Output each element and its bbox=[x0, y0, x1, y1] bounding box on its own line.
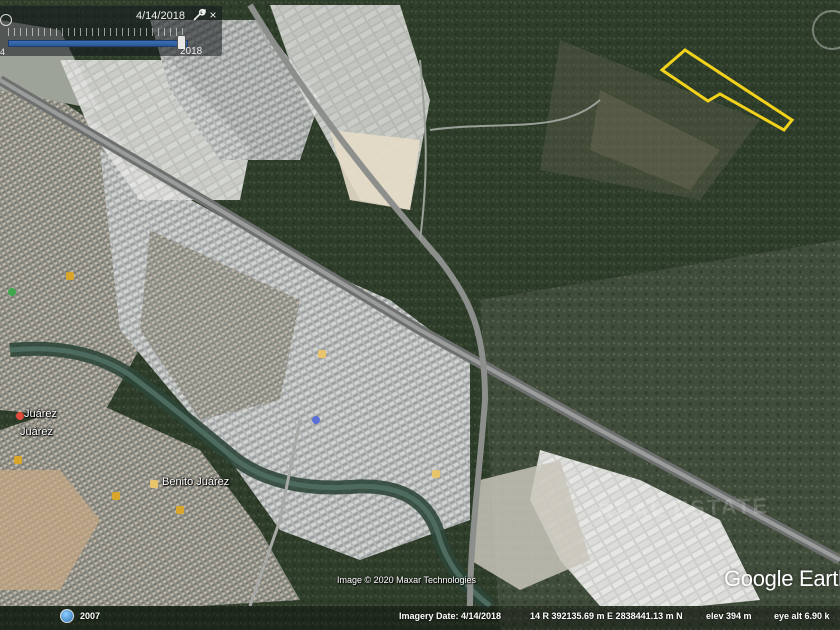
place-label-juarez-secondary[interactable]: Juárez bbox=[20, 426, 53, 438]
historical-imagery-slider[interactable]: 4/14/2018 × 4 2018 bbox=[0, 6, 222, 57]
poi-pin-icon[interactable] bbox=[176, 506, 184, 514]
wrench-icon[interactable] bbox=[192, 8, 206, 22]
slider-track[interactable] bbox=[8, 40, 188, 47]
parcel-outline[interactable] bbox=[0, 0, 840, 630]
slider-current-date: 4/14/2018 bbox=[136, 10, 185, 22]
poi-pin-icon[interactable] bbox=[112, 492, 120, 500]
globe-icon[interactable] bbox=[60, 609, 74, 623]
clock-icon[interactable] bbox=[0, 14, 12, 26]
eye-altitude-readout: eye alt 6.90 k bbox=[774, 611, 830, 621]
park-pin-icon[interactable] bbox=[8, 288, 16, 296]
slider-start-label: 4 bbox=[0, 47, 6, 57]
place-label-benito-juarez[interactable]: Benito Juárez bbox=[162, 476, 229, 488]
place-label-juarez[interactable]: Juárez bbox=[24, 408, 57, 420]
city-pin-icon[interactable] bbox=[16, 412, 24, 420]
imagery-date: Imagery Date: 4/14/2018 bbox=[399, 611, 502, 621]
info-pin-icon[interactable] bbox=[312, 416, 320, 424]
tour-year: 2007 bbox=[80, 611, 101, 621]
slider-end-year: 2018 bbox=[180, 46, 203, 57]
utm-coordinates: 14 R 392135.69 m E 2838441.13 m N bbox=[530, 611, 683, 621]
brand-logo: Google Earth bbox=[724, 566, 840, 591]
close-icon[interactable]: × bbox=[207, 8, 219, 22]
poi-pin-icon[interactable] bbox=[66, 272, 74, 280]
poi-pin-icon[interactable] bbox=[14, 456, 22, 464]
poi-pin-icon[interactable] bbox=[432, 470, 440, 478]
status-bar: 2007 Imagery Date: 4/14/2018 14 R 392135… bbox=[0, 606, 840, 630]
elevation-readout: elev 394 m bbox=[706, 611, 752, 621]
poi-pin-icon[interactable] bbox=[150, 480, 158, 488]
imagery-attribution: Image © 2020 Maxar Technologies bbox=[337, 575, 477, 585]
parcel-polygon[interactable] bbox=[659, 48, 795, 132]
slider-ticks bbox=[8, 28, 186, 36]
poi-pin-icon[interactable] bbox=[318, 350, 326, 358]
satellite-map-view[interactable]: REAL ESTATE Juárez Juárez Benito Juárez … bbox=[0, 0, 840, 630]
